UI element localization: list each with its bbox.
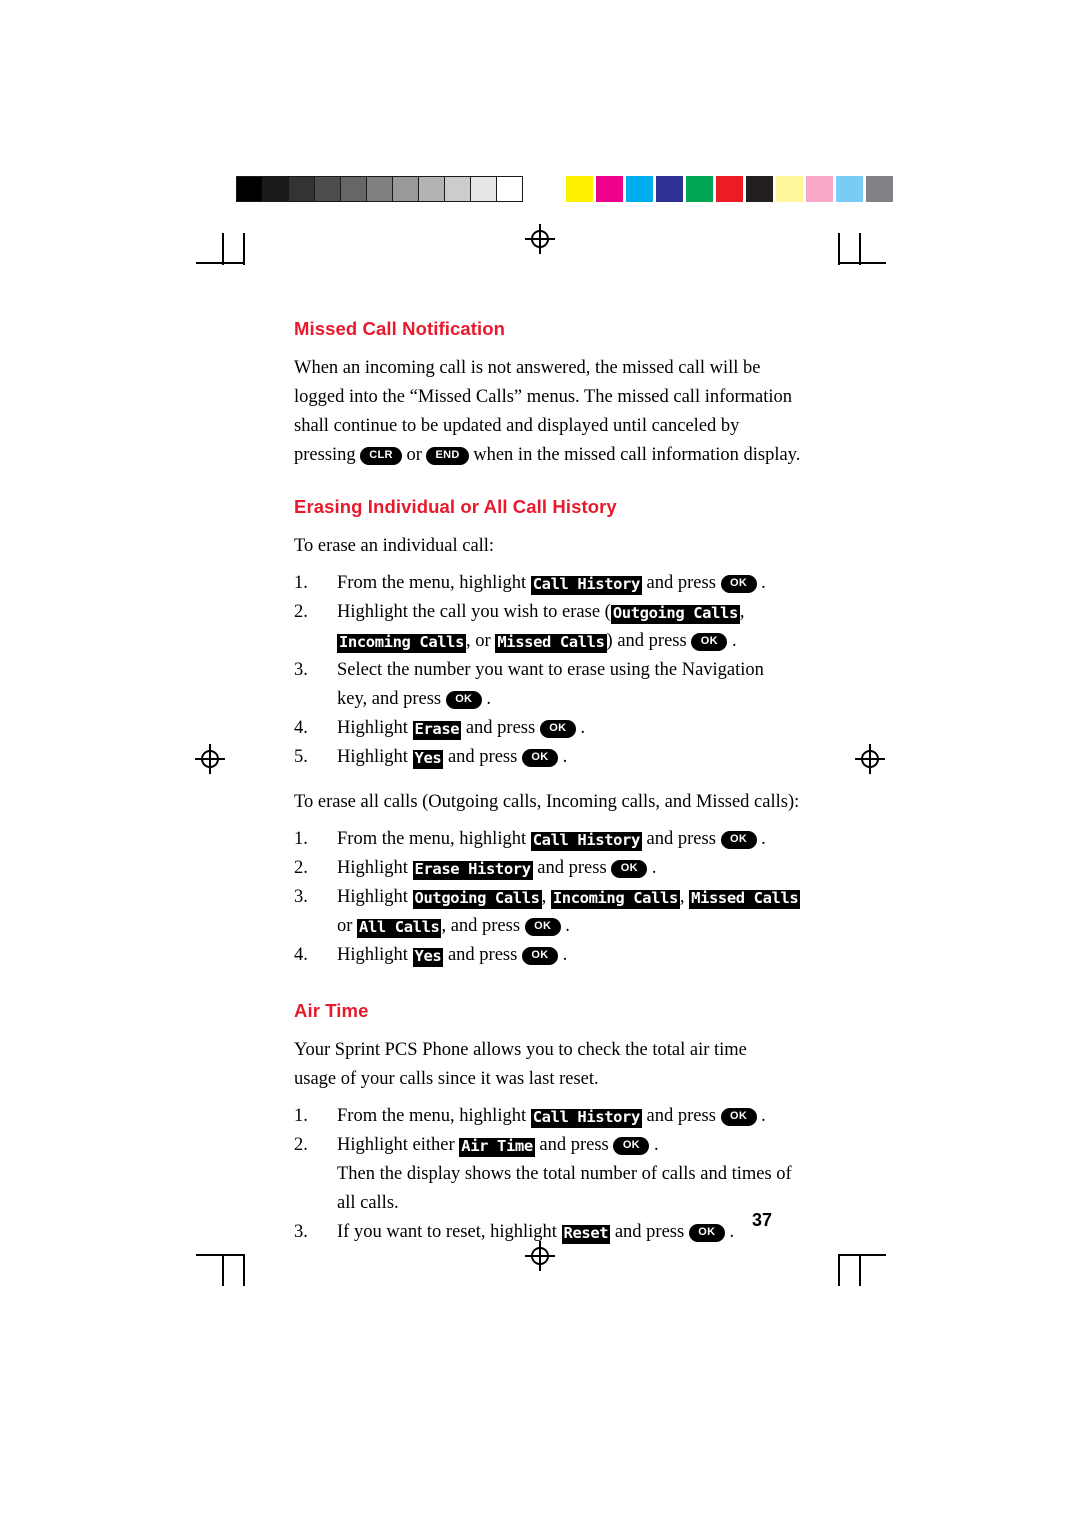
air-time-line-2: usage of your calls since it was last re…: [294, 1069, 599, 1089]
list-item-number: 3.: [294, 1222, 308, 1242]
menu-label: Yes: [412, 947, 444, 967]
list-item-number: 4.: [294, 945, 308, 965]
paragraph-air-time: Your Sprint PCS Phone allows you to chec…: [294, 1036, 804, 1094]
key-ok: OK: [720, 831, 757, 849]
key-ok: OK: [521, 749, 558, 767]
list-item-number: 3.: [294, 887, 308, 907]
menu-label: Outgoing Calls: [610, 604, 740, 624]
list-air-time-steps: 1. From the menu, highlight Call History …: [294, 1102, 804, 1247]
heading-air-time: Air Time: [294, 1000, 369, 1021]
key-clr: CLR: [360, 447, 402, 465]
menu-label: Call History: [530, 831, 642, 851]
key-ok: OK: [688, 1224, 725, 1242]
menu-label: Incoming Calls: [550, 889, 680, 909]
list-item: 3. If you want to reset, highlight Reset …: [294, 1218, 804, 1247]
list-item: 4. Highlight Erase and press OK .: [294, 714, 804, 743]
list-item-number: 2.: [294, 1135, 308, 1155]
paragraph-erase-all-intro: To erase all calls (Outgoing calls, Inco…: [294, 792, 800, 812]
key-ok: OK: [539, 720, 576, 738]
list-item: 1. From the menu, highlight Call History …: [294, 825, 804, 854]
menu-label: Erase History: [412, 860, 533, 880]
list-item: Then the display shows the total number …: [337, 1164, 792, 1213]
page-number: 37: [752, 1210, 773, 1230]
key-end: END: [426, 447, 469, 465]
menu-label: Erase: [412, 720, 462, 740]
missed-call-line-4c: when in the missed call information disp…: [473, 445, 801, 465]
missed-call-line-1: When an incoming call is not answered, t…: [294, 358, 761, 378]
menu-label: Call History: [530, 575, 642, 595]
menu-label: Missed Calls: [689, 889, 801, 909]
list-item: 4. Highlight Yes and press OK .: [294, 941, 804, 970]
missed-call-line-4a: pressing: [294, 445, 356, 465]
list-item-number: 2.: [294, 602, 308, 622]
key-ok: OK: [521, 947, 558, 965]
list-item-number: 4.: [294, 718, 308, 738]
list-item-number: 1.: [294, 573, 308, 593]
list-item: 1. From the menu, highlight Call History …: [294, 1102, 804, 1131]
list-erase-all-steps: 1. From the menu, highlight Call History …: [294, 825, 804, 970]
menu-label: Incoming Calls: [337, 633, 467, 653]
key-ok: OK: [524, 918, 561, 936]
key-ok: OK: [445, 691, 482, 709]
list-item: 3. Select the number you want to erase us…: [294, 656, 804, 714]
list-item: 5. Highlight Yes and press OK .: [294, 743, 804, 772]
list-item-number: 3.: [294, 660, 308, 680]
air-time-line-1: Your Sprint PCS Phone allows you to chec…: [294, 1040, 747, 1060]
list-erase-individual-steps: 1. From the menu, highlight Call History …: [294, 569, 804, 772]
menu-label: Reset: [561, 1224, 611, 1244]
heading-missed-call-notification: Missed Call Notification: [294, 318, 506, 339]
missed-call-line-4b: or: [406, 445, 422, 465]
menu-label: All Calls: [357, 918, 442, 938]
paragraph-erase-individual-intro: To erase an individual call:: [294, 536, 495, 556]
menu-label: Call History: [530, 1108, 642, 1128]
list-item: 2. Highlight the call you wish to erase (…: [294, 598, 804, 656]
menu-label: Air Time: [459, 1137, 535, 1157]
paragraph-missed-call: When an incoming call is not answered, t…: [294, 354, 804, 470]
menu-label: Outgoing Calls: [412, 889, 542, 909]
key-ok: OK: [613, 1137, 650, 1155]
key-ok: OK: [691, 633, 728, 651]
key-ok: OK: [611, 860, 648, 878]
key-ok: OK: [720, 1108, 757, 1126]
list-item: 3. Highlight Outgoing Calls, Incoming Cal…: [294, 883, 804, 941]
list-item-number: 5.: [294, 747, 308, 767]
missed-call-line-2: logged into the “Missed Calls” menus. Th…: [294, 387, 793, 407]
list-item-number: 1.: [294, 1106, 308, 1126]
menu-label: Missed Calls: [495, 633, 607, 653]
list-item: 2. Highlight either Air Time and press OK…: [294, 1131, 804, 1160]
list-item: 2. Highlight Erase History and press OK .: [294, 854, 804, 883]
menu-label: Yes: [412, 749, 444, 769]
list-item-number: 2.: [294, 858, 308, 878]
key-ok: OK: [720, 575, 757, 593]
page-content: Missed Call Notification When an incomin…: [294, 318, 804, 1251]
heading-erasing-call-history: Erasing Individual or All Call History: [294, 496, 617, 517]
missed-call-line-3: shall continue to be updated and display…: [294, 416, 740, 436]
manual-page: Missed Call Notification When an incomin…: [0, 0, 1080, 1528]
list-item-number: 1.: [294, 829, 308, 849]
list-item: 1. From the menu, highlight Call History …: [294, 569, 804, 598]
